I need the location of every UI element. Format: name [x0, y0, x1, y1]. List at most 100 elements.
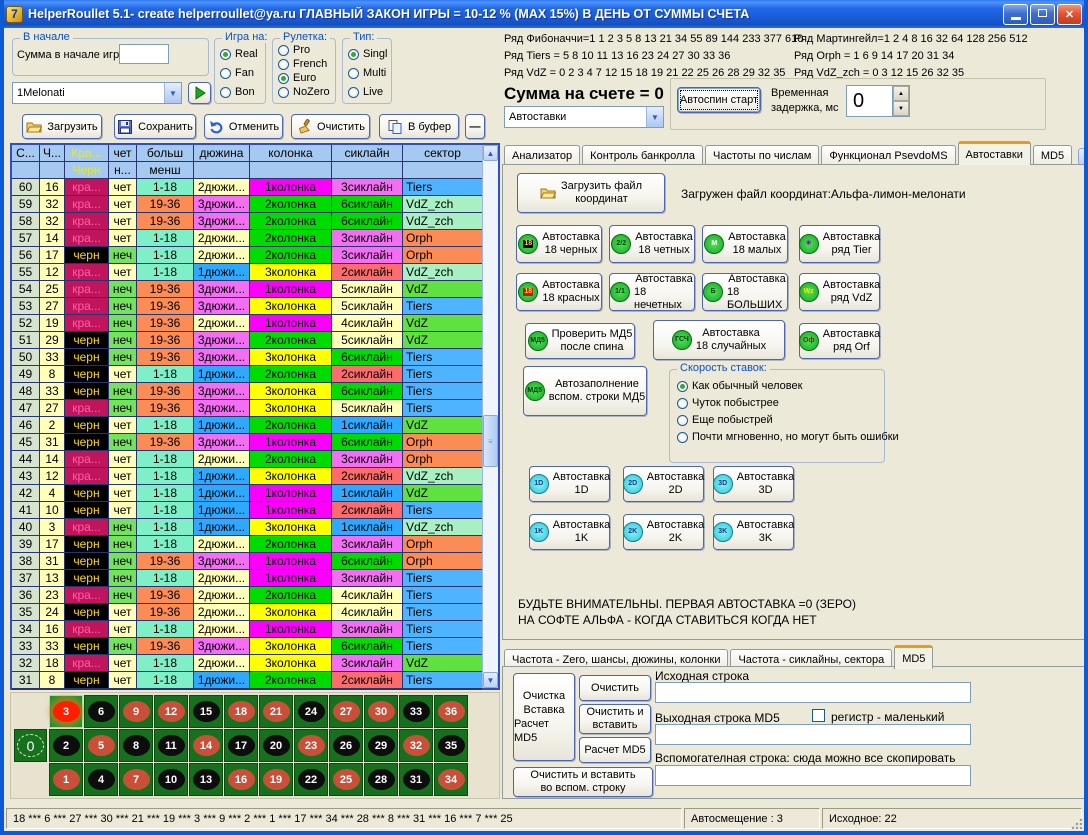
- radio-speed-чуток-побыстрее[interactable]: Чуток побыстрее: [677, 397, 899, 409]
- clear-button[interactable]: Очистить: [291, 114, 370, 139]
- md5-all-button[interactable]: Очистка Вставка Расчет MD5: [513, 673, 575, 761]
- table-cell[interactable]: 2колонка: [250, 230, 331, 246]
- table-cell[interactable]: 19-36: [137, 383, 193, 399]
- column-header[interactable]: чет: [109, 145, 136, 161]
- autospin-start-button[interactable]: Автоспин старт: [677, 87, 761, 113]
- table-cell[interactable]: неч: [109, 553, 136, 569]
- table-cell[interactable]: 6сиклайн: [332, 553, 402, 569]
- bet-button-ряд-tier[interactable]: ✳Автоставкаряд Tier: [799, 225, 880, 263]
- table-cell[interactable]: 4сиклайн: [332, 315, 402, 331]
- table-cell[interactable]: 2колонка: [250, 213, 331, 229]
- table-cell[interactable]: VdZ_zch: [403, 519, 482, 535]
- table-cell[interactable]: 2колонка: [250, 196, 331, 212]
- table-cell[interactable]: 3сиклайн: [332, 621, 402, 637]
- column-header[interactable]: [12, 162, 39, 178]
- radio-type-live[interactable]: Live: [348, 86, 387, 98]
- table-cell[interactable]: 50: [12, 349, 39, 365]
- table-cell[interactable]: Orph: [403, 230, 482, 246]
- table-cell[interactable]: 25: [40, 281, 64, 297]
- table-cell[interactable]: 1дюжи...: [194, 366, 249, 382]
- table-cell[interactable]: чет: [109, 366, 136, 382]
- minimize-button[interactable]: [1003, 4, 1028, 25]
- table-cell[interactable]: 19-36: [137, 638, 193, 654]
- table-cell[interactable]: VdZ: [403, 281, 482, 297]
- radio-speed-почти-мгновенно-но-могут-быть-ошибки[interactable]: Почти мгновенно, но могут быть ошибки: [677, 431, 899, 443]
- table-cell[interactable]: 41: [12, 502, 39, 518]
- table-cell[interactable]: 49: [12, 366, 39, 382]
- delay-spinner[interactable]: 0 ▲ ▼: [846, 85, 910, 117]
- roulette-cell[interactable]: 22: [294, 763, 328, 796]
- table-cell[interactable]: 3колонка: [250, 468, 331, 484]
- close-button[interactable]: ✕: [1057, 4, 1082, 25]
- roulette-cell[interactable]: 34: [434, 763, 468, 796]
- minus-button[interactable]: —: [465, 114, 485, 139]
- table-cell[interactable]: чет: [109, 196, 136, 212]
- roulette-cell[interactable]: 28: [364, 763, 398, 796]
- radio-wheel-nozero[interactable]: NoZero: [278, 86, 330, 98]
- table-cell[interactable]: 24: [40, 604, 64, 620]
- table-cell[interactable]: 2дюжи...: [194, 247, 249, 263]
- table-cell[interactable]: 3: [40, 519, 64, 535]
- table-cell[interactable]: 1колонка: [250, 570, 331, 586]
- roulette-cell[interactable]: 15: [189, 695, 223, 728]
- table-cell[interactable]: 33: [40, 383, 64, 399]
- tab-main-3[interactable]: Функционал PsevdoMS: [821, 145, 955, 165]
- roulette-cell[interactable]: 14: [189, 729, 223, 762]
- table-cell[interactable]: 1дюжи...: [194, 417, 249, 433]
- table-cell[interactable]: 4сиклайн: [332, 604, 402, 620]
- table-cell[interactable]: 36: [12, 587, 39, 603]
- table-cell[interactable]: Tiers: [403, 638, 482, 654]
- table-cell[interactable]: 2колонка: [250, 536, 331, 552]
- table-cell[interactable]: 14: [40, 230, 64, 246]
- table-cell[interactable]: 39: [12, 536, 39, 552]
- table-cell[interactable]: 2сиклайн: [332, 502, 402, 518]
- table-cell[interactable]: чет: [109, 655, 136, 671]
- tab-main-1[interactable]: Контроль банкролла: [582, 145, 703, 165]
- table-cell[interactable]: 5сиклайн: [332, 400, 402, 416]
- table-cell[interactable]: Orph: [403, 451, 482, 467]
- column-header[interactable]: [40, 162, 64, 178]
- table-cell[interactable]: 19-36: [137, 332, 193, 348]
- table-cell[interactable]: 32: [12, 655, 39, 671]
- table-cell[interactable]: 33: [40, 638, 64, 654]
- tab-main-5[interactable]: MD5: [1033, 145, 1072, 165]
- table-cell[interactable]: черн: [65, 349, 108, 365]
- table-cell[interactable]: 1дюжи...: [194, 519, 249, 535]
- table-cell[interactable]: чет: [109, 179, 136, 195]
- table-cell[interactable]: 2колонка: [250, 417, 331, 433]
- undo-button[interactable]: Отменить: [204, 114, 283, 139]
- tab-main-2[interactable]: Частоты по числам: [705, 145, 819, 165]
- table-cell[interactable]: 1-18: [137, 264, 193, 280]
- table-cell[interactable]: 23: [40, 587, 64, 603]
- table-cell[interactable]: 3колонка: [250, 519, 331, 535]
- table-cell[interactable]: 38: [12, 553, 39, 569]
- md5-clear-button[interactable]: Очистить: [579, 675, 651, 701]
- table-cell[interactable]: 31: [40, 553, 64, 569]
- roulette-cell[interactable]: 33: [399, 695, 433, 728]
- table-cell[interactable]: неч: [109, 519, 136, 535]
- table-cell[interactable]: 48: [12, 383, 39, 399]
- radio-speed-еще-побыстрей[interactable]: Еще побыстрей: [677, 414, 899, 426]
- start-sum-input[interactable]: [119, 44, 169, 64]
- table-cell[interactable]: черн: [65, 536, 108, 552]
- table-cell[interactable]: кра...: [65, 519, 108, 535]
- table-cell[interactable]: 1колонка: [250, 179, 331, 195]
- table-cell[interactable]: 45: [12, 434, 39, 450]
- table-cell[interactable]: 19-36: [137, 298, 193, 314]
- table-cell[interactable]: 35: [12, 604, 39, 620]
- table-cell[interactable]: 1-18: [137, 536, 193, 552]
- table-cell[interactable]: 5сиклайн: [332, 298, 402, 314]
- table-cell[interactable]: 44: [12, 451, 39, 467]
- roulette-cell[interactable]: 23: [294, 729, 328, 762]
- table-cell[interactable]: 17: [40, 536, 64, 552]
- table-cell[interactable]: черн: [65, 638, 108, 654]
- bet-button-после-спина[interactable]: МД5Проверить МД5после спина: [525, 323, 635, 359]
- table-cell[interactable]: VdZ_zch: [403, 264, 482, 280]
- table-cell[interactable]: 60: [12, 179, 39, 195]
- bet-button-2k[interactable]: 2KАвтоставка2K: [623, 514, 704, 550]
- table-cell[interactable]: 5сиклайн: [332, 281, 402, 297]
- column-header[interactable]: Ч...: [40, 145, 64, 161]
- table-cell[interactable]: 13: [40, 570, 64, 586]
- column-header[interactable]: больш: [137, 145, 193, 161]
- table-cell[interactable]: 3дюжи...: [194, 638, 249, 654]
